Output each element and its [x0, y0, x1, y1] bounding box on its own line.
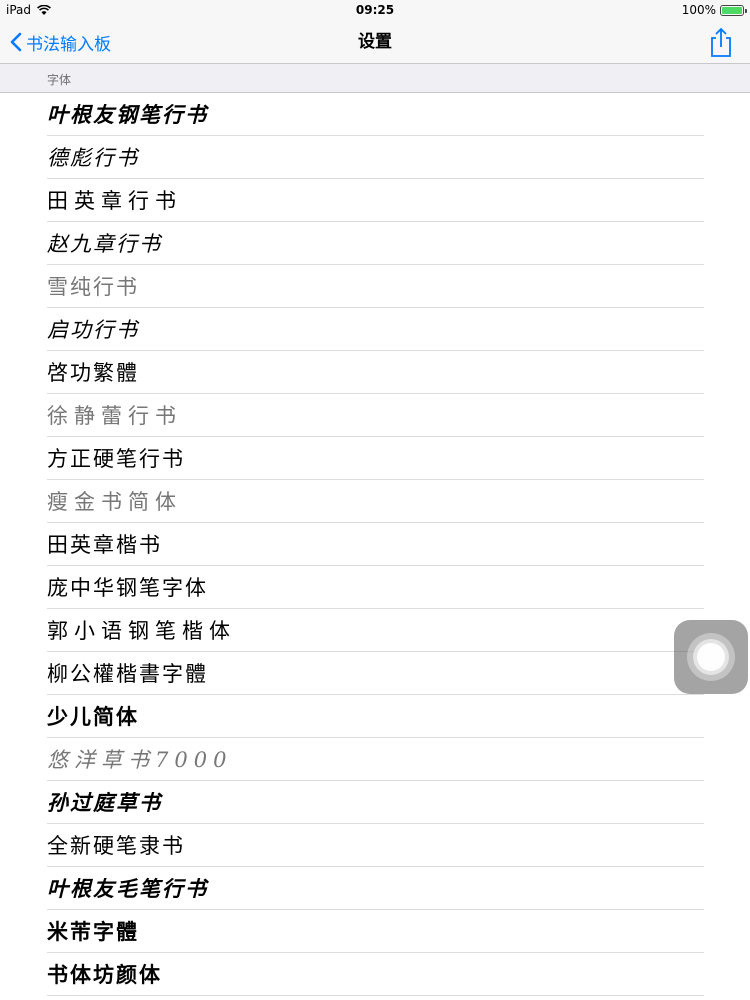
font-row[interactable]: 瘦金书简体 [47, 480, 704, 523]
font-row[interactable]: 田英章楷书 [47, 523, 704, 566]
font-name: 徐静蕾行书 [47, 404, 182, 428]
battery-percent: 100% [681, 3, 716, 17]
font-row[interactable]: 悠洋草书7000 [47, 738, 704, 781]
font-name: 田英章行书 [47, 189, 182, 213]
status-right: 100% [681, 3, 747, 17]
font-name: 孙过庭草书 [47, 791, 162, 815]
font-name: 啓功繁體 [47, 361, 139, 385]
share-icon [711, 28, 731, 57]
navigation-bar: 书法输入板 设置 [0, 20, 750, 64]
share-button[interactable] [706, 26, 736, 58]
font-row[interactable]: 启功行书 [47, 308, 704, 351]
font-row[interactable]: 书体坊颜体 [47, 953, 704, 996]
assistive-touch-center [697, 643, 725, 671]
font-row[interactable]: 全新硬笔隶书 [47, 824, 704, 867]
font-name: 少儿简体 [47, 705, 139, 729]
chevron-left-icon [10, 32, 22, 52]
font-row[interactable]: 田英章行书 [47, 179, 704, 222]
font-name: 柳公權楷書字體 [47, 662, 208, 686]
page-title: 设置 [358, 32, 392, 52]
font-row[interactable]: 方正硬笔行书 [47, 437, 704, 480]
font-row[interactable]: 赵九章行书 [47, 222, 704, 265]
font-row[interactable]: 少儿简体 [47, 695, 704, 738]
font-name: 悠洋草书7000 [47, 748, 233, 772]
assistive-touch-button[interactable] [674, 620, 748, 694]
section-header-label: 字体 [47, 73, 72, 87]
font-name: 方正硬笔行书 [47, 447, 185, 471]
status-time: 09:25 [355, 3, 395, 17]
font-row[interactable]: 啓功繁體 [47, 351, 704, 394]
battery-icon [720, 4, 747, 16]
font-name: 赵九章行书 [47, 232, 162, 256]
font-list: 叶根友钢笔行书 德彪行书 田英章行书 赵九章行书 雪纯行书 启功行书 啓功繁體 … [0, 93, 750, 996]
font-name: 全新硬笔隶书 [47, 835, 185, 858]
font-row[interactable]: 徐静蕾行书 [47, 394, 704, 437]
font-name: 叶根友钢笔行书 [47, 103, 208, 127]
font-name: 叶根友毛笔行书 [47, 877, 208, 901]
back-button[interactable]: 书法输入板 [10, 20, 111, 64]
font-name: 书体坊颜体 [47, 962, 162, 987]
font-row[interactable]: 郭小语钢笔楷体 [47, 609, 704, 652]
font-name: 启功行书 [47, 318, 139, 342]
font-name: 雪纯行书 [47, 275, 139, 299]
font-name: 米芾字體 [47, 919, 139, 944]
section-header-fonts: 字体 [0, 64, 750, 93]
font-row[interactable]: 雪纯行书 [47, 265, 704, 308]
font-row[interactable]: 叶根友钢笔行书 [47, 93, 704, 136]
font-row[interactable]: 米芾字體 [47, 910, 704, 953]
font-row[interactable]: 德彪行书 [47, 136, 704, 179]
font-name: 郭小语钢笔楷体 [47, 620, 236, 643]
font-name: 田英章楷书 [47, 533, 162, 557]
font-row[interactable]: 孙过庭草书 [47, 781, 704, 824]
font-row[interactable]: 柳公權楷書字體 [47, 652, 704, 695]
font-name: 德彪行书 [47, 146, 139, 170]
font-name: 庞中华钢笔字体 [47, 577, 208, 600]
font-name: 瘦金书简体 [47, 490, 182, 514]
font-row[interactable]: 庞中华钢笔字体 [47, 566, 704, 609]
font-row[interactable]: 叶根友毛笔行书 [47, 867, 704, 910]
back-button-label: 书法输入板 [26, 34, 111, 55]
status-bar: iPad 09:25 100% [0, 0, 750, 20]
